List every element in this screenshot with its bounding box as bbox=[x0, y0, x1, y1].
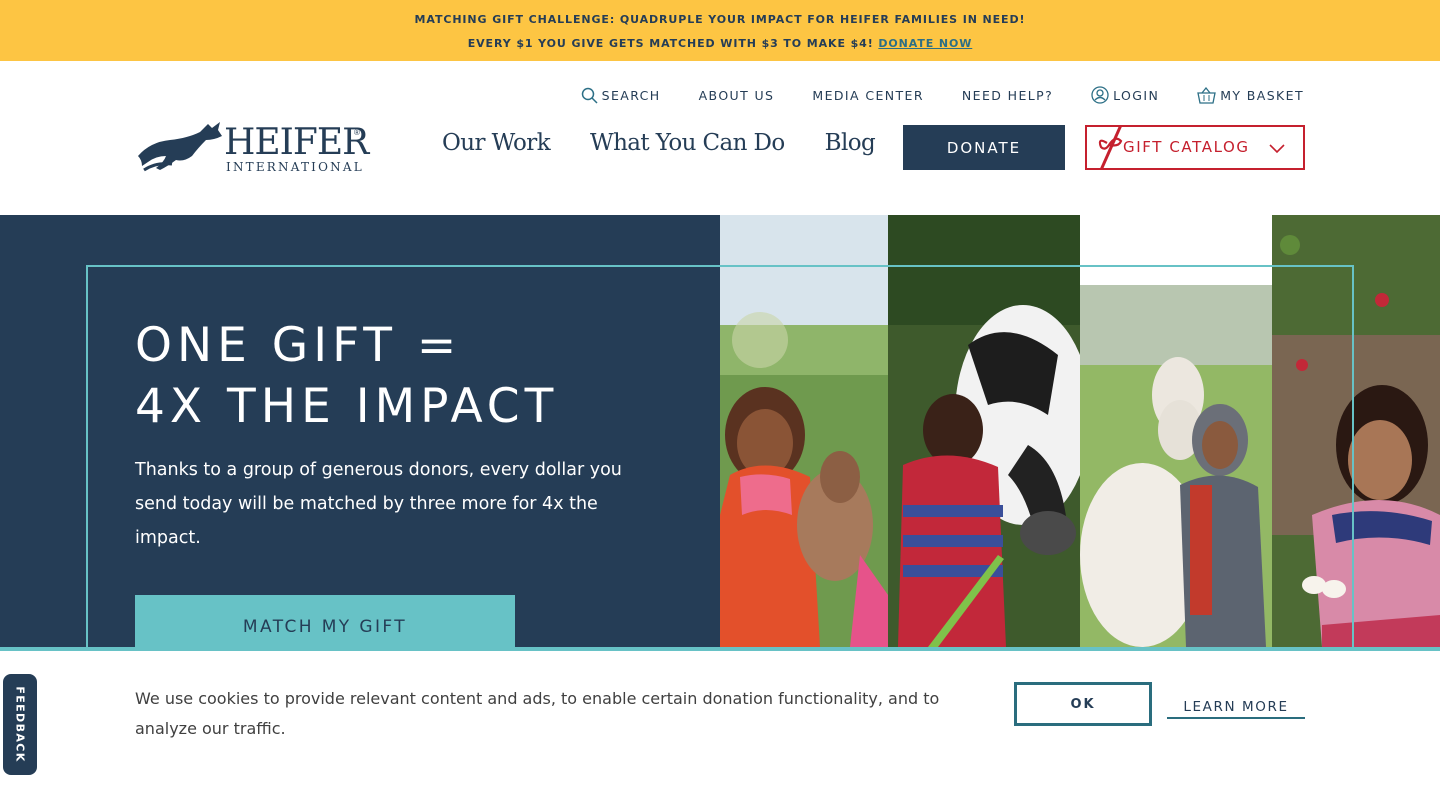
hero-photo-girl-with-goat bbox=[720, 215, 888, 647]
search-label: SEARCH bbox=[601, 87, 661, 103]
about-us-link[interactable]: ABOUT US bbox=[699, 86, 775, 104]
hero-title: ONE GIFT = 4X THE IMPACT bbox=[135, 318, 559, 434]
basket-icon bbox=[1197, 86, 1216, 104]
banner-subline-text: EVERY $1 YOU GIVE GETS MATCHED WITH $3 T… bbox=[467, 37, 874, 50]
photo-girl-goat-image bbox=[720, 215, 888, 647]
logo-registered-mark: ® bbox=[354, 128, 360, 137]
gift-catalog-button[interactable]: GIFT CATALOG bbox=[1085, 125, 1305, 170]
search-link[interactable]: SEARCH bbox=[581, 86, 661, 104]
main-nav: Our Work What You Can Do Blog bbox=[442, 130, 915, 156]
gift-ribbon-icon bbox=[1098, 127, 1123, 168]
hero-section: ONE GIFT = 4X THE IMPACT Thanks to a gro… bbox=[0, 215, 1440, 665]
logo-subtitle: INTERNATIONAL bbox=[226, 160, 364, 174]
cookie-banner: We use cookies to provide relevant conte… bbox=[0, 647, 1440, 787]
cookie-ok-button[interactable]: OK bbox=[1014, 682, 1152, 726]
basket-link[interactable]: MY BASKET bbox=[1197, 86, 1304, 104]
feedback-tab[interactable]: FEEDBACK bbox=[3, 674, 37, 775]
hero-photo-boy-with-cow bbox=[888, 215, 1080, 647]
login-label: LOGIN bbox=[1113, 87, 1160, 103]
nav-blog[interactable]: Blog bbox=[825, 130, 876, 156]
cow-leaping-icon bbox=[138, 122, 222, 172]
hero-photo-girl-with-eggs bbox=[1272, 215, 1440, 647]
login-link[interactable]: LOGIN bbox=[1091, 86, 1159, 104]
media-center-link[interactable]: MEDIA CENTER bbox=[812, 86, 924, 104]
photo-boy-cow-image bbox=[888, 215, 1080, 647]
promo-banner: MATCHING GIFT CHALLENGE: QUADRUPLE YOUR … bbox=[0, 0, 1440, 61]
hero-photo-boy-with-alpaca bbox=[1080, 215, 1272, 647]
gift-catalog-label: GIFT CATALOG bbox=[1123, 138, 1250, 156]
feedback-label: FEEDBACK bbox=[13, 686, 27, 763]
donate-button[interactable]: DONATE bbox=[903, 125, 1065, 170]
photo-boy-alpaca-image bbox=[1080, 215, 1272, 647]
banner-headline: MATCHING GIFT CHALLENGE: QUADRUPLE YOUR … bbox=[414, 13, 1026, 26]
banner-donate-link[interactable]: DONATE NOW bbox=[878, 37, 972, 50]
heifer-logo[interactable]: HEIFER ® INTERNATIONAL bbox=[136, 118, 369, 178]
cookie-learn-more-link[interactable]: LEARN MORE bbox=[1167, 699, 1305, 719]
logo-wordmark: HEIFER bbox=[224, 122, 369, 163]
cookie-message: We use cookies to provide relevant conte… bbox=[135, 689, 940, 738]
utility-nav: SEARCH ABOUT US MEDIA CENTER NEED HELP? … bbox=[543, 86, 1304, 104]
hero-description: Thanks to a group of generous donors, ev… bbox=[135, 460, 622, 548]
basket-label: MY BASKET bbox=[1220, 87, 1304, 103]
need-help-link[interactable]: NEED HELP? bbox=[962, 86, 1053, 104]
search-icon bbox=[581, 87, 598, 104]
banner-subline: EVERY $1 YOU GIVE GETS MATCHED WITH $3 T… bbox=[0, 37, 1440, 50]
nav-what-you-can-do[interactable]: What You Can Do bbox=[590, 130, 785, 156]
photo-girl-eggs-image bbox=[1272, 215, 1440, 647]
chevron-down-icon bbox=[1269, 144, 1285, 154]
user-icon bbox=[1091, 86, 1109, 104]
nav-our-work[interactable]: Our Work bbox=[442, 130, 551, 156]
